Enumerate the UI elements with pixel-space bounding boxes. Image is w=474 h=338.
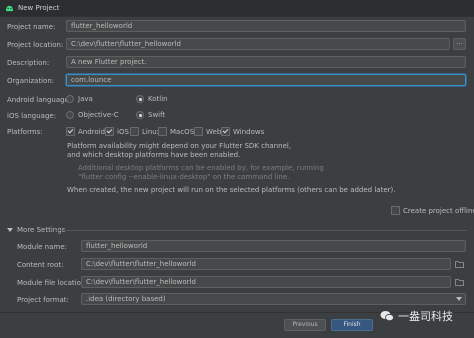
platform-info-line5: When created, the new project will run o… (67, 186, 396, 194)
description-input[interactable]: A new Flutter project. (66, 56, 466, 68)
module-name-row: Module name: flutter_helloworld (0, 240, 474, 254)
checkbox-ios[interactable]: iOS (105, 127, 129, 136)
checkbox-macos[interactable]: MacOS (158, 127, 194, 136)
radio-objective-c-circle[interactable] (66, 111, 74, 119)
platform-info-line1: Platform availability might depend on yo… (67, 142, 292, 150)
project-location-input[interactable]: C:\dev\flutter\flutter_helloworld (66, 38, 450, 50)
checkbox-linux[interactable]: Linux (130, 127, 161, 136)
checkbox-macos-box[interactable] (158, 127, 167, 136)
folder-icon[interactable] (455, 260, 464, 268)
project-format-value: .idea (directory based) (86, 295, 166, 303)
checkbox-android[interactable]: Android (66, 127, 105, 136)
radio-java[interactable]: Java (66, 95, 93, 103)
checkbox-windows-box[interactable] (221, 127, 230, 136)
radio-objective-c-label: Objective-C (78, 111, 119, 119)
content-root-input[interactable]: C:\dev\flutter\flutter_helloworld (81, 258, 451, 270)
checkbox-create-offline-box[interactable] (391, 206, 400, 215)
module-name-input[interactable]: flutter_helloworld (81, 240, 466, 252)
finish-button[interactable]: Finish (331, 319, 373, 331)
checkbox-windows[interactable]: Windows (221, 127, 264, 136)
radio-swift[interactable]: Swift (136, 111, 165, 119)
platform-info-line2: and which desktop platforms have been en… (67, 151, 241, 159)
description-row: Description: A new Flutter project. (0, 56, 474, 70)
project-name-label: Project name: (7, 23, 56, 31)
module-file-location-row: Module file location: C:\dev\flutter\flu… (0, 276, 474, 290)
project-format-label: Project format: (17, 296, 69, 304)
radio-objective-c[interactable]: Objective-C (66, 111, 119, 119)
project-location-label: Project location: (7, 41, 64, 49)
module-name-label: Module name: (17, 243, 67, 251)
project-location-row: Project location: C:\dev\flutter\flutter… (0, 38, 474, 52)
ios-language-label: iOS language: (7, 112, 57, 120)
radio-kotlin-circle[interactable] (136, 95, 144, 103)
watermark-text: 一盎司科技 (398, 310, 453, 323)
section-divider (55, 230, 467, 231)
title-bar: New Project (0, 0, 474, 17)
checkbox-android-box[interactable] (66, 127, 75, 136)
checkbox-create-offline-label: Create project offline (403, 206, 474, 215)
organization-input[interactable]: com.lounce (66, 74, 466, 86)
wechat-icon (380, 311, 394, 322)
android-language-row: Android language: Java Kotlin (0, 93, 474, 107)
radio-swift-label: Swift (148, 111, 166, 119)
project-name-input[interactable]: flutter_helloworld (66, 20, 466, 32)
platforms-label: Platforms: (7, 128, 43, 136)
checkbox-web-label: Web (206, 127, 222, 136)
radio-java-circle[interactable] (66, 95, 74, 103)
android-studio-icon (5, 5, 14, 12)
organization-row: Organization: com.lounce (0, 74, 474, 88)
checkbox-linux-box[interactable] (130, 127, 139, 136)
platforms-row: Platforms: Android iOS Linux MacOS Web W… (0, 125, 474, 139)
project-format-select[interactable]: .idea (directory based) (81, 293, 466, 305)
checkbox-web-box[interactable] (194, 127, 203, 136)
folder-icon[interactable] (455, 278, 464, 286)
radio-java-label: Java (78, 95, 93, 103)
radio-kotlin[interactable]: Kotlin (136, 95, 168, 103)
organization-label: Organization: (7, 77, 55, 85)
ios-language-row: iOS language: Objective-C Swift (0, 109, 474, 123)
checkbox-macos-label: MacOS (170, 127, 195, 136)
previous-button[interactable]: Previous (284, 319, 326, 331)
checkbox-windows-label: Windows (233, 127, 265, 136)
window-title: New Project (18, 4, 60, 12)
radio-kotlin-label: Kotlin (148, 95, 168, 103)
radio-swift-circle[interactable] (136, 111, 144, 119)
project-name-row: Project name: flutter_helloworld (0, 20, 474, 34)
chevron-down-icon (7, 228, 13, 232)
platform-info-line3: Additional desktop platforms can be enab… (78, 164, 324, 172)
content-root-row: Content root: C:\dev\flutter\flutter_hel… (0, 258, 474, 272)
content-root-label: Content root: (17, 261, 64, 269)
checkbox-android-label: Android (78, 127, 106, 136)
checkbox-create-offline[interactable]: Create project offline (391, 206, 474, 215)
project-format-row: Project format: .idea (directory based) (0, 293, 474, 307)
browse-folder-button[interactable]: ... (453, 38, 466, 50)
module-file-location-input[interactable]: C:\dev\flutter\flutter_helloworld (81, 276, 451, 288)
checkbox-ios-box[interactable] (105, 127, 114, 136)
checkbox-ios-label: iOS (117, 127, 129, 136)
chevron-down-icon (456, 297, 462, 301)
watermark: 一盎司科技 (380, 308, 453, 324)
android-language-label: Android language: (7, 96, 72, 104)
description-label: Description: (7, 59, 50, 67)
module-file-location-label: Module file location: (17, 279, 88, 287)
checkbox-web[interactable]: Web (194, 127, 221, 136)
platform-info-line4: "flutter config --enable-linux-desktop" … (78, 173, 290, 181)
